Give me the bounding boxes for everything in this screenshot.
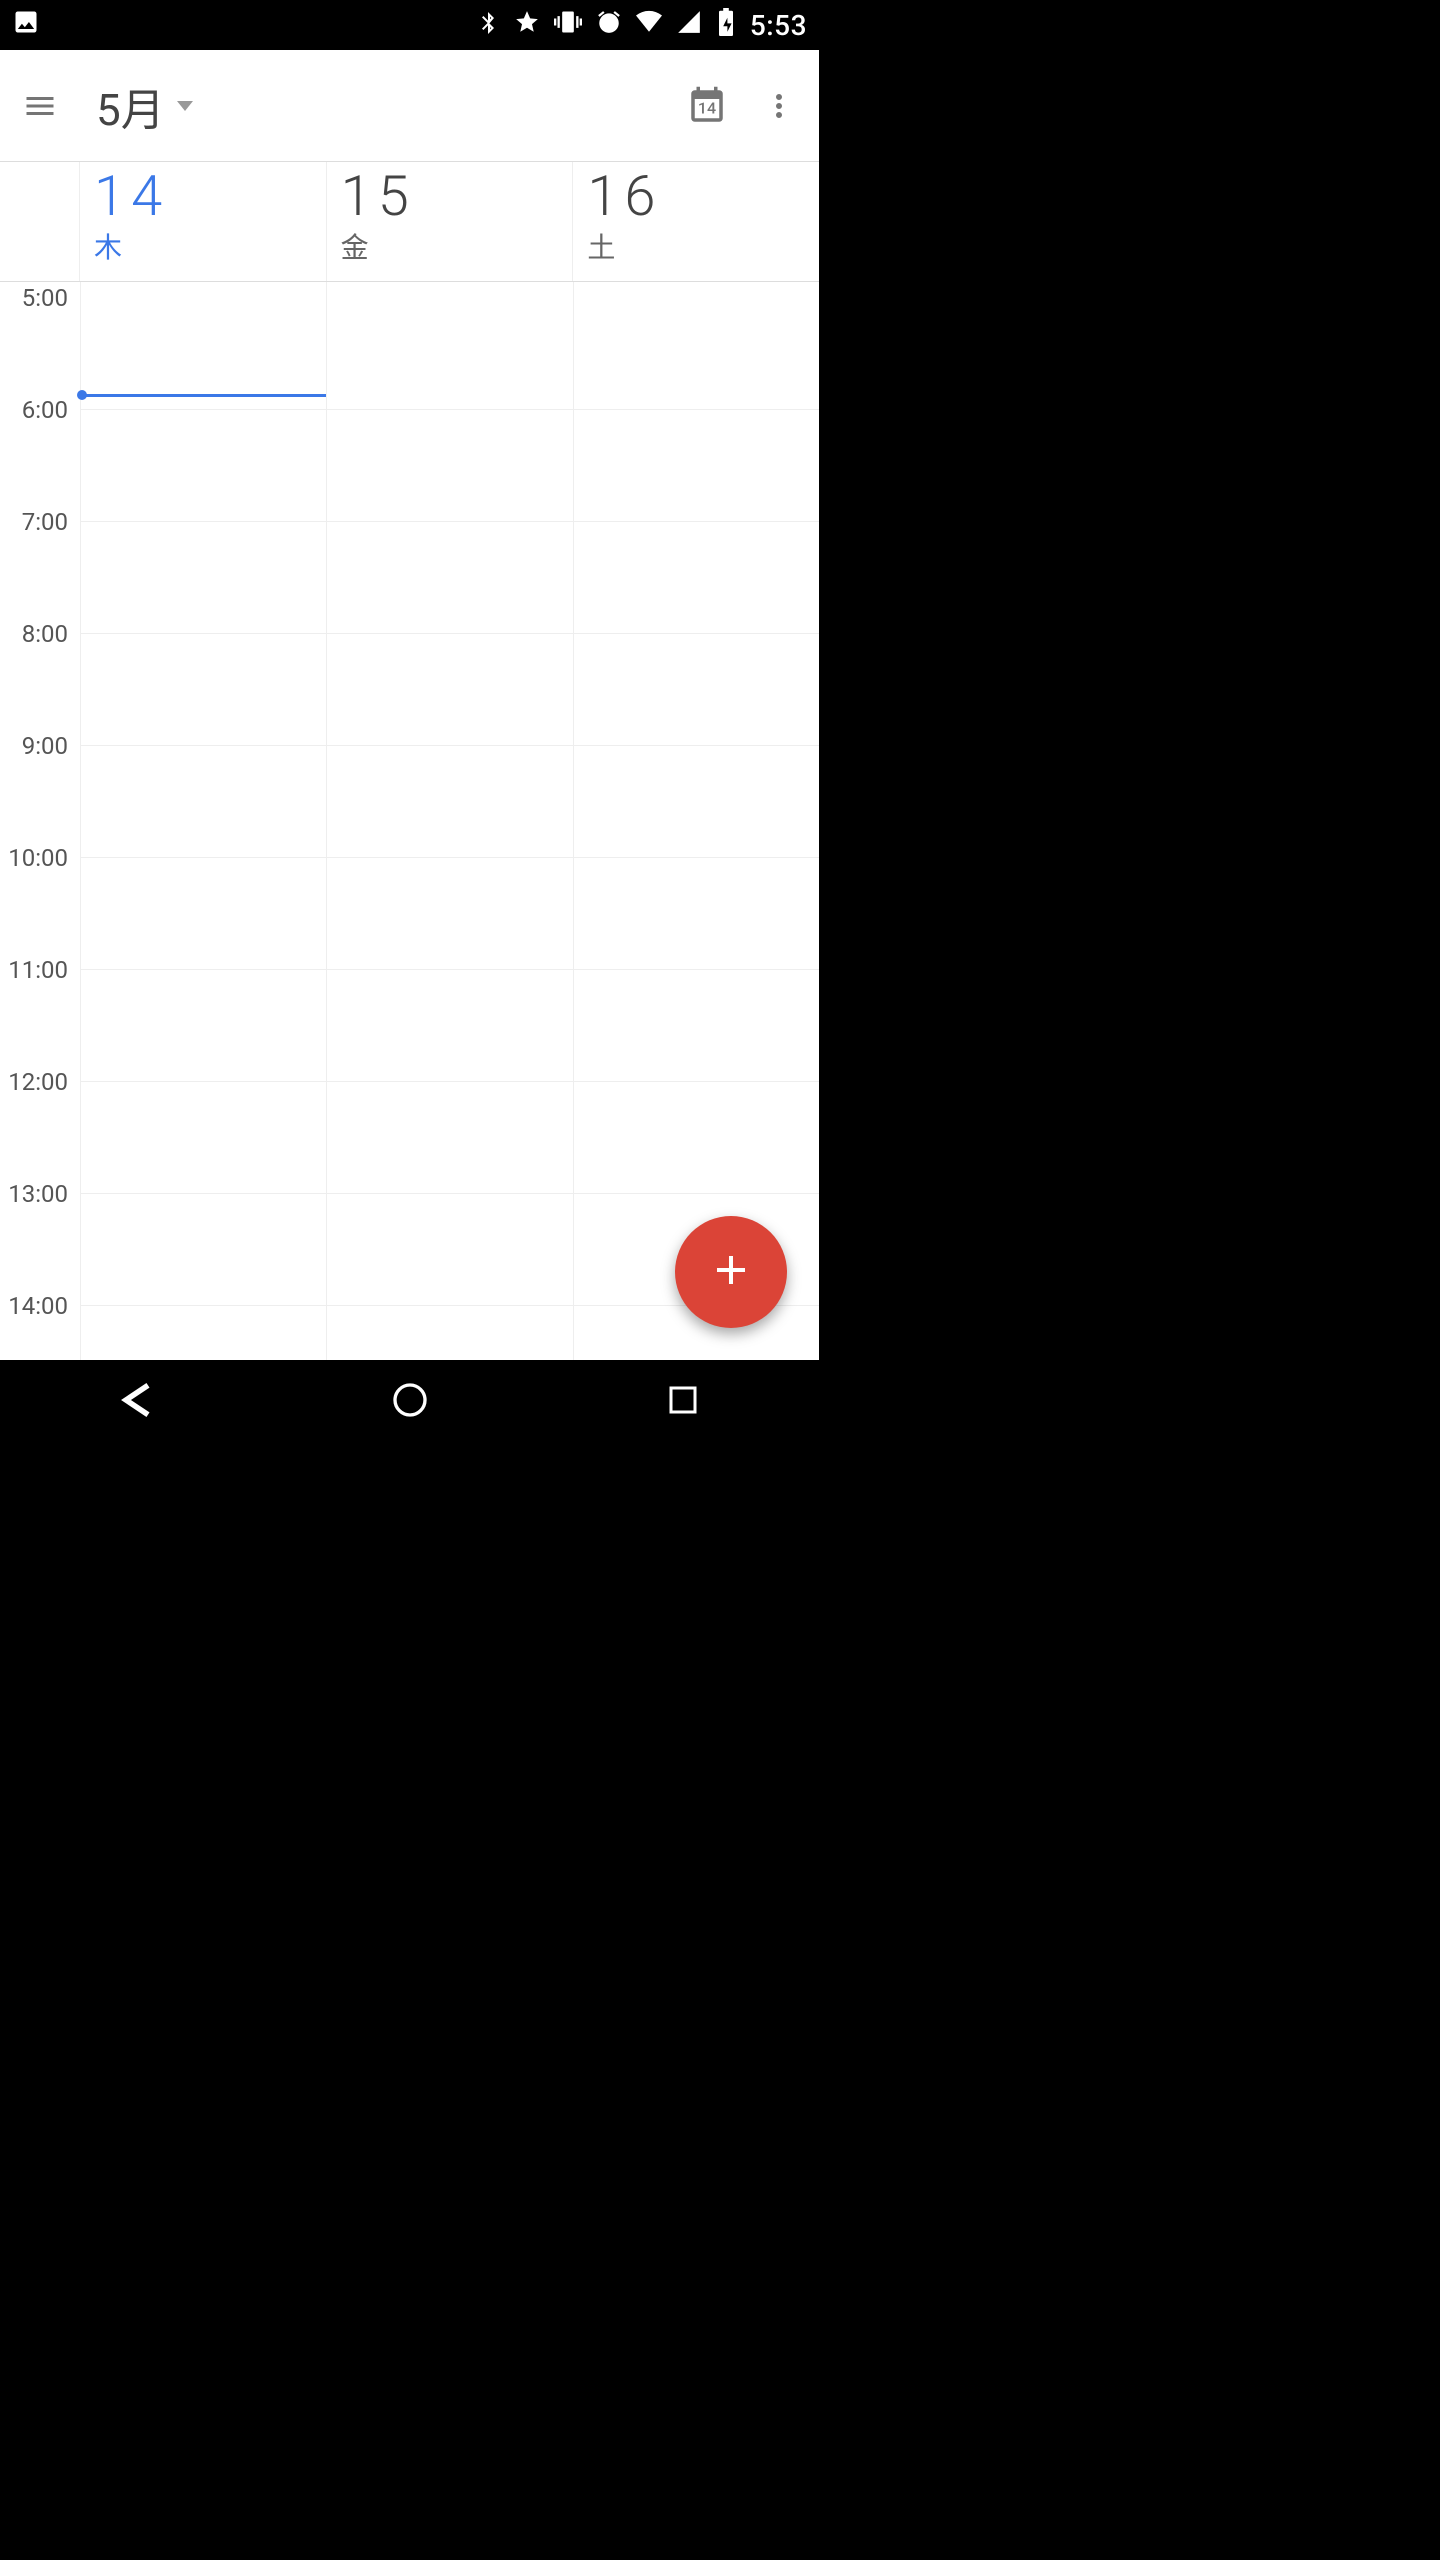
bluetooth-icon [476, 10, 500, 41]
hour-label: 13:00 [8, 1180, 68, 1208]
calendar-grid[interactable]: 5:00 6:00 7:00 8:00 9:00 10:00 11:00 12:… [0, 282, 819, 1360]
day-header[interactable]: 14 木 [80, 162, 327, 281]
day-header[interactable]: 15 金 [327, 162, 574, 281]
hour-label: 5:00 [22, 284, 68, 312]
now-indicator [81, 394, 326, 397]
menu-button[interactable] [16, 82, 64, 130]
day-number: 16 [587, 168, 805, 224]
wifi-icon [636, 9, 662, 42]
toolbar: 5月 14 [0, 50, 819, 162]
month-label: 5月 [96, 74, 165, 138]
hour-label: 9:00 [22, 732, 68, 760]
day-weekday: 木 [94, 226, 312, 266]
status-clock: 5:53 [750, 9, 807, 42]
hour-label: 7:00 [22, 508, 68, 536]
day-weekday: 土 [587, 226, 805, 266]
today-badge: 14 [698, 99, 716, 118]
star-icon [514, 9, 540, 42]
hour-label: 6:00 [22, 396, 68, 424]
day-weekday: 金 [341, 226, 559, 266]
today-button[interactable]: 14 [683, 82, 731, 130]
plus-icon [707, 1246, 755, 1298]
vibrate-icon [554, 8, 582, 43]
battery-charging-icon [716, 8, 736, 43]
calendar-app: 5月 14 14 木 15 金 16 [0, 50, 819, 1360]
status-bar: 5:53 [0, 0, 819, 50]
month-selector[interactable]: 5月 [96, 74, 193, 138]
day-headers: 14 木 15 金 16 土 [0, 162, 819, 282]
hour-label: 8:00 [22, 620, 68, 648]
chevron-down-icon [177, 101, 193, 111]
hour-label: 12:00 [8, 1068, 68, 1096]
recents-button[interactable] [643, 1370, 723, 1430]
back-button[interactable] [97, 1370, 177, 1430]
hour-label: 10:00 [8, 844, 68, 872]
day-number: 14 [94, 168, 312, 224]
now-indicator-dot [77, 390, 87, 400]
home-button[interactable] [370, 1370, 450, 1430]
time-gutter-header [0, 162, 80, 281]
day-column[interactable] [80, 282, 326, 1360]
alarm-icon [596, 9, 622, 42]
hour-label: 14:00 [8, 1292, 68, 1320]
picture-icon [12, 8, 40, 43]
add-event-button[interactable] [675, 1216, 787, 1328]
day-column[interactable] [326, 282, 572, 1360]
hour-label: 11:00 [8, 956, 68, 984]
overflow-menu-button[interactable] [755, 82, 803, 130]
day-number: 15 [341, 168, 559, 224]
time-gutter: 5:00 6:00 7:00 8:00 9:00 10:00 11:00 12:… [0, 282, 80, 1360]
day-header[interactable]: 16 土 [573, 162, 819, 281]
navigation-bar [0, 1360, 819, 1440]
day-column[interactable] [573, 282, 819, 1360]
cell-signal-icon [676, 9, 702, 42]
